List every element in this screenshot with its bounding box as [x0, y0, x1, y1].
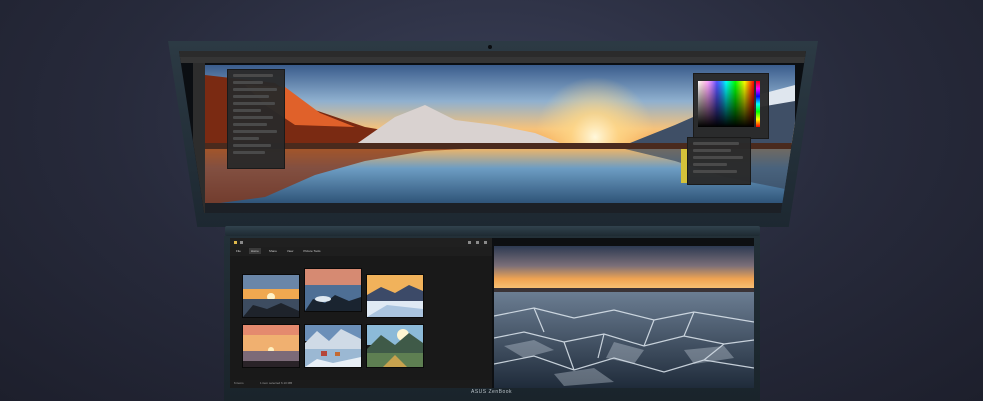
layers-panel[interactable] [687, 137, 751, 185]
brand-logo: ASUS ZenBook [470, 389, 513, 395]
thumbnail-sunset-rocks[interactable] [242, 274, 300, 318]
photo-viewer-frozen-lake[interactable] [494, 246, 754, 388]
thumbnail-pink-dusk[interactable] [242, 324, 300, 368]
viewer-sky [494, 246, 754, 290]
minimize-icon[interactable] [468, 241, 471, 244]
product-scene: File Home Share View Picture Tools 6 ite… [0, 0, 983, 401]
quick-access-icon[interactable] [240, 241, 243, 244]
layer-color-tag [681, 149, 687, 183]
foreground-rocks [205, 203, 795, 213]
ribbon-tabs: File Home Share View Picture Tools [230, 248, 322, 254]
adjustments-panel[interactable] [227, 69, 285, 169]
status-selection: 1 item selected 6.10 MB [260, 381, 293, 385]
main-display [179, 51, 806, 213]
folder-icon [234, 241, 237, 244]
hue-slider[interactable] [756, 81, 760, 127]
tab-home[interactable]: Home [248, 248, 261, 254]
tab-view[interactable]: View [285, 248, 295, 254]
app-options-bar[interactable] [179, 57, 806, 63]
tab-share[interactable]: Share [267, 248, 279, 254]
status-item-count: 6 items [234, 381, 244, 385]
hinge [225, 226, 760, 236]
explorer-titlebar[interactable] [230, 238, 492, 247]
explorer-statusbar: 6 items 1 item selected 6.10 MB [230, 380, 492, 388]
color-spectrum[interactable] [698, 81, 754, 127]
viewer-horizon [494, 288, 754, 292]
thumbnail-mountain-lake[interactable] [366, 324, 424, 368]
tab-picture-tools[interactable]: Picture Tools [301, 248, 322, 254]
thumbnail-icy-shore[interactable] [304, 268, 362, 312]
thumbnail-grid [230, 256, 492, 380]
file-explorer-window[interactable]: File Home Share View Picture Tools 6 ite… [230, 238, 492, 388]
tab-file[interactable]: File [234, 248, 243, 254]
thumbnail-frozen-village[interactable] [304, 324, 362, 368]
webcam-icon [488, 45, 492, 49]
close-icon[interactable] [484, 241, 487, 244]
secondary-display: File Home Share View Picture Tools 6 ite… [230, 238, 754, 388]
maximize-icon[interactable] [476, 241, 479, 244]
thumbnail-snow-valley[interactable] [366, 274, 424, 318]
